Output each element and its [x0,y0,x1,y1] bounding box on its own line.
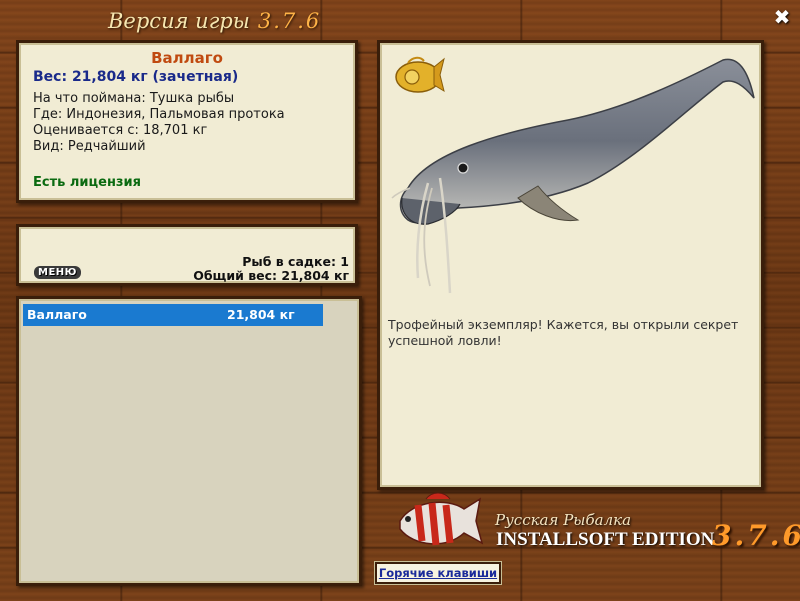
fish-bait: На что поймана: Тушка рыбы [33,91,235,106]
fish-name: Валлаго [151,49,223,67]
license-status: Есть лицензия [33,175,141,190]
menu-button[interactable]: МЕНЮ [34,266,81,279]
fish-valued-from: Оценивается с: 18,701 кг [33,123,208,138]
golden-fish-medal-icon [395,56,445,93]
red-fish-logo-icon [399,492,484,546]
hotkeys-button[interactable]: Горячие клавиши [375,562,501,584]
list-item-weight: 21,804 кг [227,307,295,322]
brand-edition: INSTALLSOFT EDITION [496,529,715,550]
window-title: Версия игры 3.7.6 [108,9,368,37]
cage-total-weight: Общий вес: 21,804 кг [193,268,349,283]
trophy-description: Трофейный экземпляр! Кажется, вы открыли… [388,317,739,348]
trophy-panel: Трофейный экземпляр! Кажется, вы открыли… [377,40,764,490]
catch-list: Валлаго 21,804 кг [16,296,362,586]
window-title-text: Версия игры [108,9,250,33]
brand-version: 3.7.6 [712,519,800,552]
fish-location: Где: Индонезия, Пальмовая протока [33,107,285,122]
window-title-version: 3.7.6 [257,9,322,33]
cage-count: Рыб в садке: 1 [242,254,349,269]
brand-subtitle: Русская Рыбалка [495,511,632,529]
fish-weight: Вес: 21,804 кг (зачетная) [33,69,239,85]
list-item-name: Валлаго [27,307,87,322]
close-icon[interactable]: ✖ [770,5,794,29]
fish-info-panel: Валлаго Вес: 21,804 кг (зачетная) На что… [16,40,358,203]
fish-rarity: Вид: Редчайший [33,139,146,154]
list-item[interactable]: Валлаго 21,804 кг [23,304,323,326]
